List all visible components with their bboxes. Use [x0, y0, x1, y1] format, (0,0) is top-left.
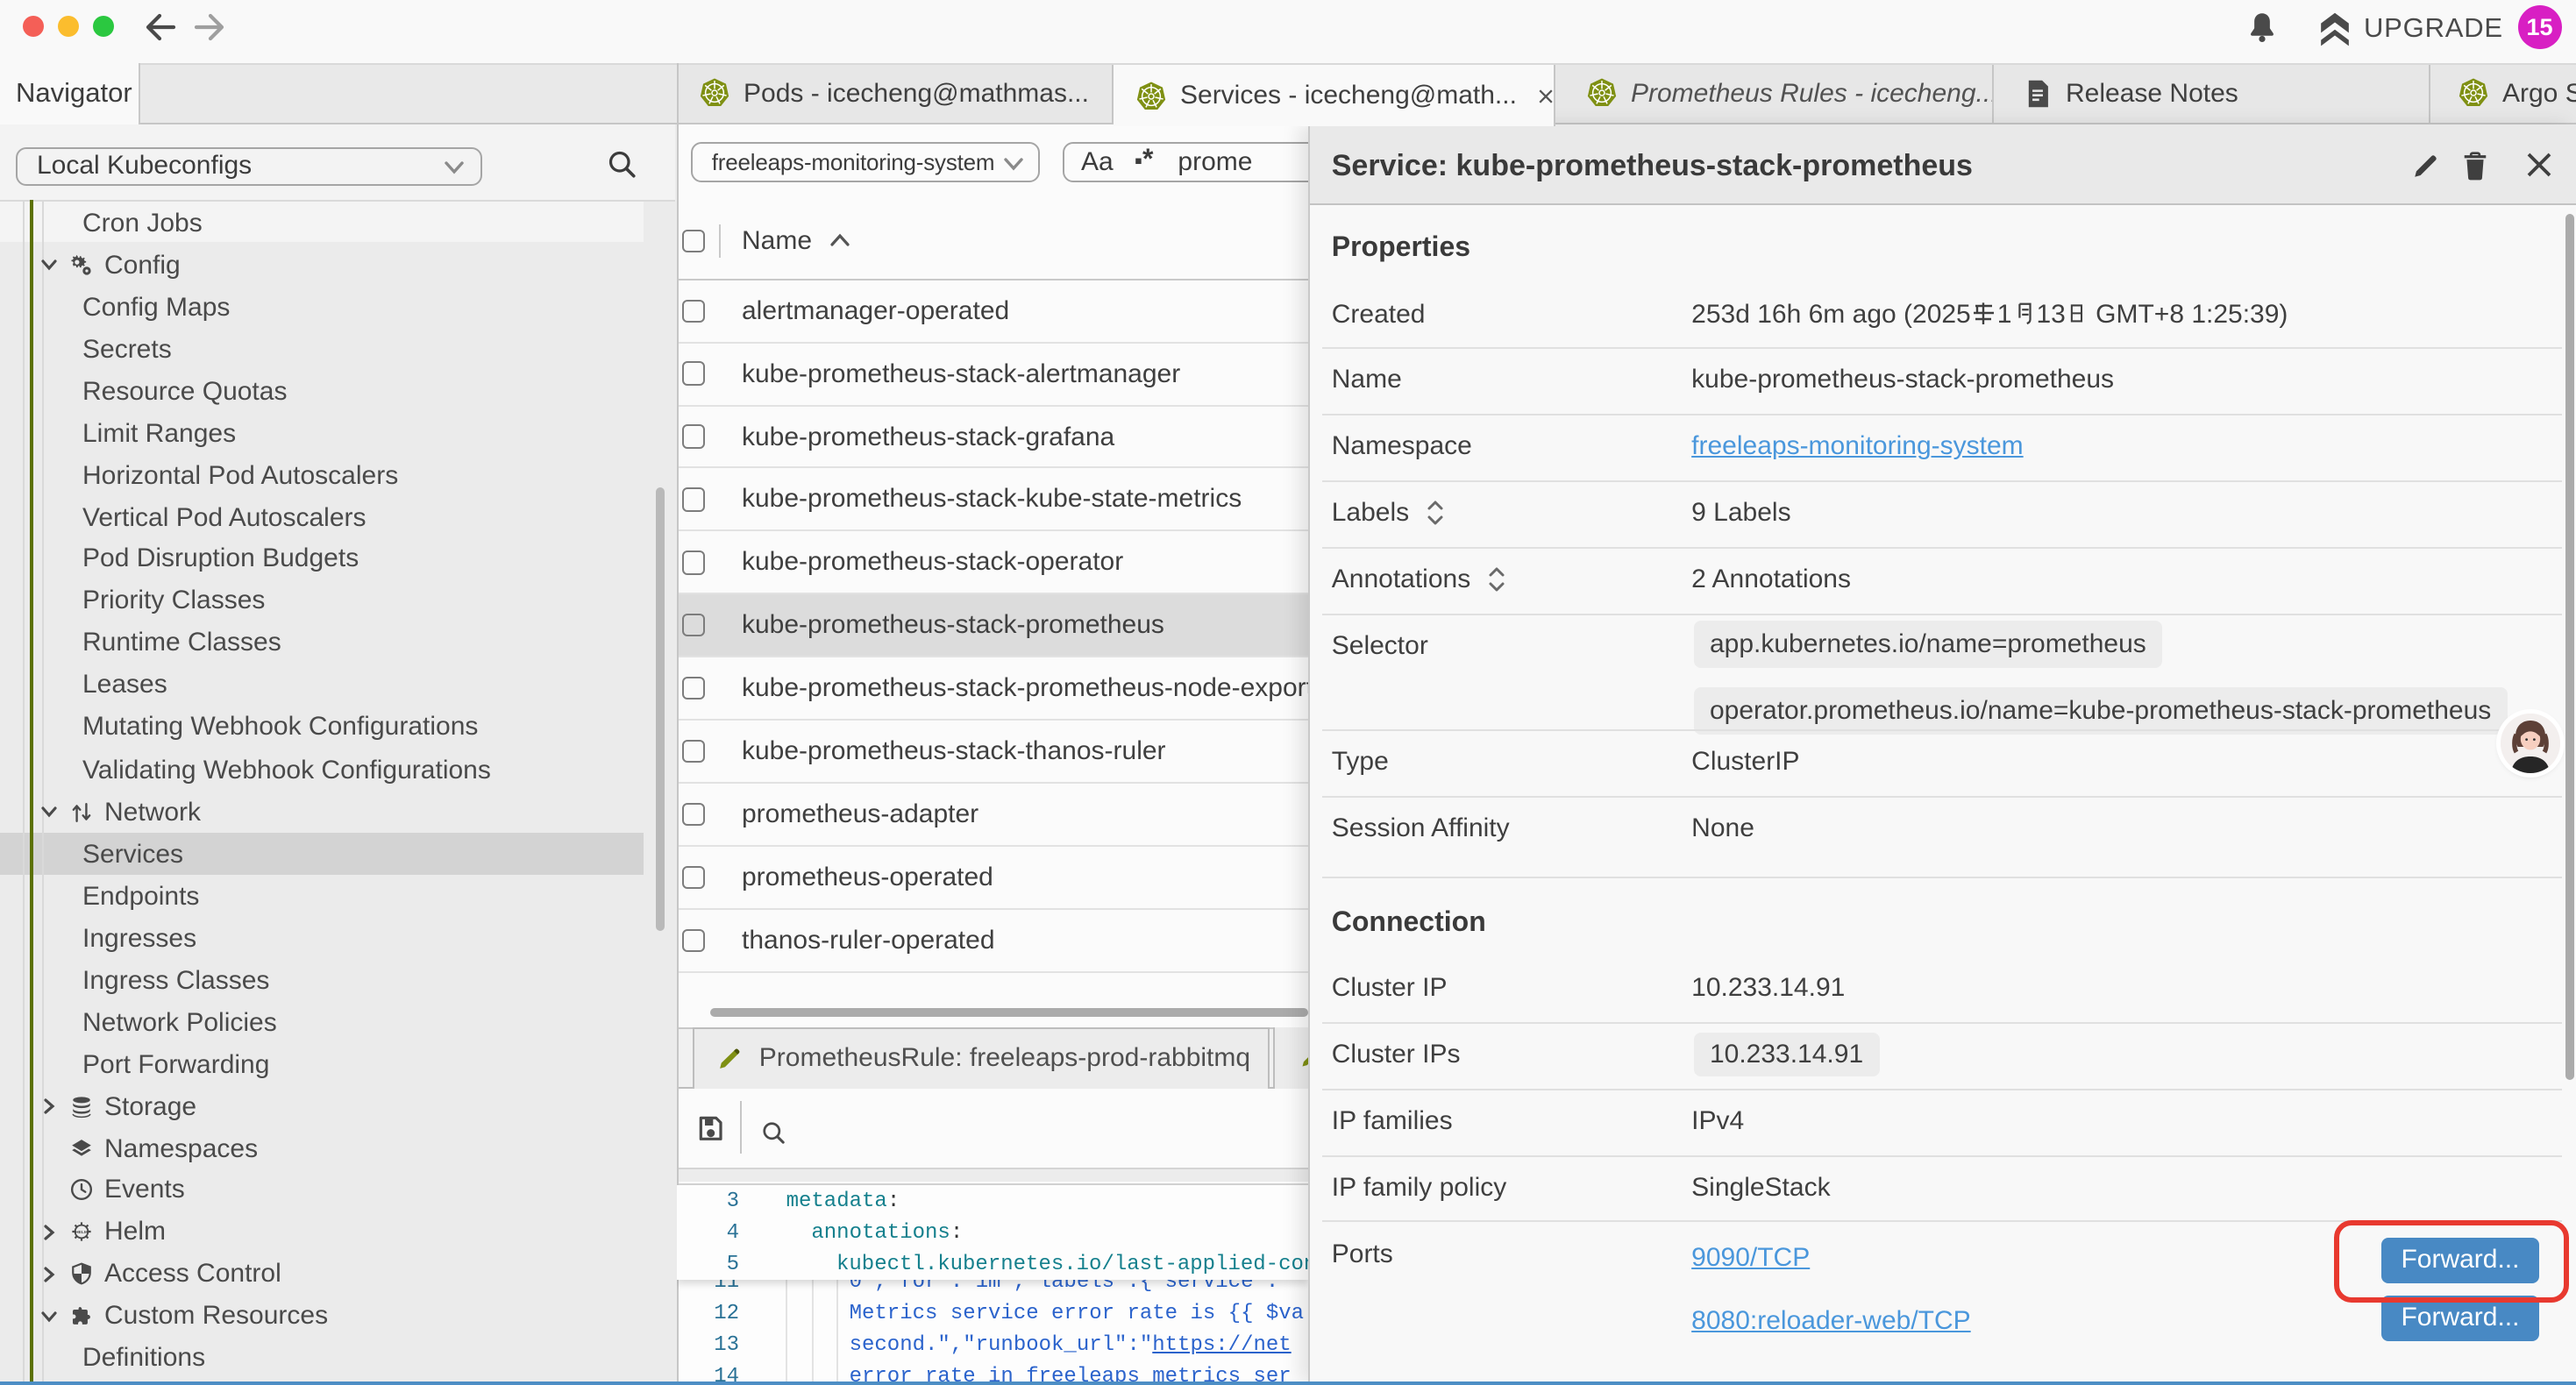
svg-text:HELM: HELM — [75, 1231, 87, 1236]
